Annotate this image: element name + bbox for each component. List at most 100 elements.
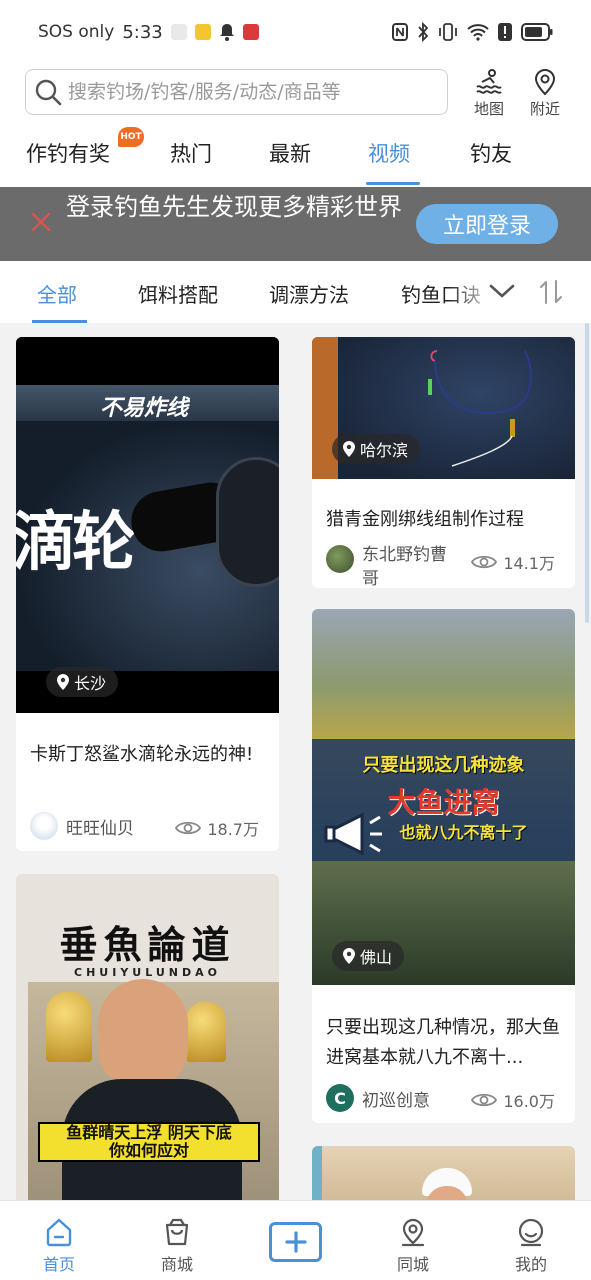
search-icon xyxy=(35,79,62,106)
cover-caption-2: 你如何应对 xyxy=(108,1141,189,1160)
nfc-icon xyxy=(392,23,408,41)
author[interactable]: 旺旺仙贝 xyxy=(30,812,134,840)
status-bar: SOS only 5:33 xyxy=(0,0,591,64)
megaphone-icon xyxy=(324,812,382,856)
map-label: 地图 xyxy=(473,100,504,118)
location-tag: 长沙 xyxy=(46,667,119,697)
scroll-indicator xyxy=(585,323,589,623)
publish-button[interactable] xyxy=(269,1222,322,1262)
login-prompt-text: 登录钓鱼先生发现更多精彩世界 xyxy=(66,193,402,221)
author-name: 旺旺仙贝 xyxy=(66,818,134,839)
map-button[interactable]: 地图 xyxy=(463,68,515,122)
notification-app-icon xyxy=(194,24,211,40)
video-card[interactable]: 不易炸线 滴轮 长沙 卡斯丁怒鲨水滴轮永远的神! 旺旺仙贝 18.7万 xyxy=(16,337,279,851)
avatar xyxy=(30,812,58,840)
view-count-text: 16.0万 xyxy=(503,1092,555,1111)
sort-icon[interactable] xyxy=(539,279,563,305)
tab-hot[interactable]: 热门 xyxy=(170,138,212,168)
cover-subtitle: CHUIYULUNDAO xyxy=(74,966,221,979)
cover-headline: 不易炸线 xyxy=(100,396,189,421)
location-tag: 哈尔滨 xyxy=(332,434,421,464)
close-icon[interactable] xyxy=(30,211,52,233)
eye-icon xyxy=(471,555,498,569)
search-input[interactable] xyxy=(68,81,438,103)
video-thumbnail: 只要出现这几种迹象 大鱼进窝 也就八九不离十了 佛山 xyxy=(312,609,575,985)
video-title: 猎青金刚绑线组制作过程 xyxy=(326,509,524,530)
shopping-bag-icon xyxy=(165,1218,189,1246)
location-pin-icon xyxy=(534,69,556,96)
nearby-label: 附近 xyxy=(529,100,560,118)
plus-icon xyxy=(284,1231,307,1253)
nearby-button[interactable]: 附近 xyxy=(519,68,571,122)
location-text: 长沙 xyxy=(74,674,107,693)
author[interactable]: C 初巡创意 xyxy=(326,1084,430,1112)
tab-latest[interactable]: 最新 xyxy=(269,138,311,168)
nav-profile-label: 我的 xyxy=(514,1255,547,1274)
cover-caption-1: 鱼群晴天上浮 阴天下底 xyxy=(66,1123,232,1142)
tab-fishing-rewards[interactable]: 作钓有奖 xyxy=(26,138,110,168)
login-banner: 登录钓鱼先生发现更多精彩世界 立即登录 xyxy=(0,187,591,261)
cover-title: 垂魚論道 xyxy=(59,922,236,967)
nav-shop-label: 商城 xyxy=(160,1255,193,1274)
video-card[interactable] xyxy=(312,1146,575,1200)
view-count: 16.0万 xyxy=(471,1088,555,1112)
nav-shop[interactable]: 商城 xyxy=(147,1217,207,1275)
tab-video[interactable]: 视频 xyxy=(368,138,410,168)
bottom-navigation: 首页 商城 同城 我的 xyxy=(0,1200,591,1280)
category-tab-bar: 全部 饵料搭配 调漂方法 钓鱼口诀 xyxy=(0,261,591,323)
clock: 5:33 xyxy=(122,21,163,43)
active-tab-indicator xyxy=(366,182,420,185)
location-text: 佛山 xyxy=(360,948,393,967)
video-thumbnail: 垂魚論道 CHUIYULUNDAO 鱼群晴天上浮 阴天下底 你如何应对 xyxy=(16,874,279,1200)
cover-line-1: 只要出现这几种迹象 xyxy=(362,755,525,776)
nav-home-label: 首页 xyxy=(42,1255,75,1274)
login-button[interactable]: 立即登录 xyxy=(416,204,558,244)
video-card[interactable]: 垂魚論道 CHUIYULUNDAO 鱼群晴天上浮 阴天下底 你如何应对 xyxy=(16,874,279,1200)
carrier-text: SOS only xyxy=(38,22,115,42)
notification-app-icon xyxy=(170,24,187,40)
location-pin-icon xyxy=(401,1218,425,1247)
nav-profile[interactable]: 我的 xyxy=(501,1217,561,1275)
video-thumbnail: 哈尔滨 xyxy=(312,337,575,479)
view-count-text: 14.1万 xyxy=(503,554,555,573)
view-count-text: 18.7万 xyxy=(207,820,259,839)
view-count: 18.7万 xyxy=(175,816,259,840)
eye-icon xyxy=(471,1093,498,1107)
home-icon xyxy=(46,1218,72,1247)
tab-fishing-friends[interactable]: 钓友 xyxy=(470,138,512,168)
video-title: 卡斯丁怒鲨水滴轮永远的神! xyxy=(30,744,254,765)
video-card[interactable]: 只要出现这几种迹象 大鱼进窝 也就八九不离十了 佛山 只要出现这几种情况，那大鱼… xyxy=(312,609,575,1123)
nav-home[interactable]: 首页 xyxy=(29,1217,89,1275)
eye-icon xyxy=(175,821,202,835)
vibrate-icon xyxy=(439,23,457,41)
category-all[interactable]: 全部 xyxy=(37,279,77,308)
video-card[interactable]: 哈尔滨 猎青金刚绑线组制作过程 东北野钓曹哥 14.1万 xyxy=(312,337,575,588)
bell-icon xyxy=(219,24,234,41)
avatar xyxy=(326,545,354,573)
bluetooth-icon xyxy=(418,22,429,42)
category-float-tuning[interactable]: 调漂方法 xyxy=(269,279,349,308)
location-text: 哈尔滨 xyxy=(360,441,409,460)
user-face-icon xyxy=(518,1218,544,1247)
search-header: 地图 附近 xyxy=(0,64,591,124)
video-thumbnail xyxy=(312,1146,575,1200)
nav-local-label: 同城 xyxy=(396,1255,429,1274)
battery-icon xyxy=(521,23,553,41)
cover-big-text: 滴轮 xyxy=(16,506,136,580)
hot-badge: HOT xyxy=(118,127,144,147)
video-thumbnail: 不易炸线 滴轮 长沙 xyxy=(16,337,279,713)
search-bar[interactable] xyxy=(25,69,448,115)
alert-icon xyxy=(498,23,512,41)
video-title: 只要出现这几种情况，那大鱼进窝基本就八九不离十... xyxy=(326,1017,560,1068)
location-pin-icon xyxy=(57,673,69,690)
author[interactable]: 东北野钓曹哥 xyxy=(326,543,448,588)
nav-local[interactable]: 同城 xyxy=(383,1217,443,1275)
chevron-down-icon[interactable] xyxy=(488,281,516,301)
author-name: 初巡创意 xyxy=(362,1090,430,1111)
video-feed: 不易炸线 滴轮 长沙 卡斯丁怒鲨水滴轮永远的神! 旺旺仙贝 18.7万 哈尔滨 … xyxy=(0,323,591,1200)
category-bait-mix[interactable]: 饵料搭配 xyxy=(138,279,218,308)
wifi-icon xyxy=(467,24,489,41)
view-count: 14.1万 xyxy=(471,550,555,574)
author-name: 东北野钓曹哥 xyxy=(362,545,447,588)
avatar: C xyxy=(326,1084,354,1112)
